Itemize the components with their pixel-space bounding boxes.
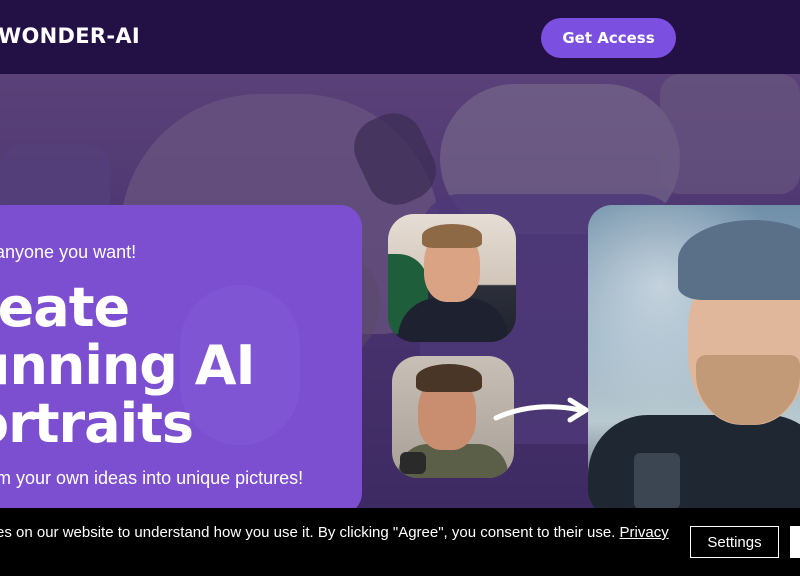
headline-line: ortraits — [0, 392, 194, 455]
cookie-agree-button[interactable] — [790, 526, 800, 558]
site-header: WONDER-AI Get Access — [0, 0, 800, 74]
get-access-button[interactable]: Get Access — [541, 18, 676, 58]
hero-headline: reate unning AI ortraits — [0, 276, 256, 455]
arrow-right-icon — [493, 397, 589, 423]
cookie-settings-button[interactable]: Settings — [690, 526, 779, 558]
hair — [416, 364, 482, 392]
microphone — [400, 452, 426, 474]
shirt — [398, 298, 508, 342]
privacy-link[interactable]: Privacy — [620, 524, 669, 541]
hero-card: e anyone you want! reate unning AI ortra… — [0, 205, 362, 515]
hair — [422, 224, 482, 248]
cookie-text: es on our website to understand how you … — [0, 524, 616, 541]
headline-line: unning AI — [0, 334, 256, 397]
strap-buckle — [634, 453, 680, 509]
headline-line: reate — [0, 276, 130, 339]
cookie-banner: es on our website to understand how you … — [0, 508, 800, 576]
generated-ai-portrait — [588, 205, 800, 515]
source-photo-1 — [388, 214, 516, 342]
hero-subtext: orm your own ideas into unique pictures! — [0, 468, 304, 488]
hero-tagline: e anyone you want! — [0, 242, 137, 262]
jacket — [588, 415, 800, 515]
background-shape — [660, 74, 800, 194]
cookie-message: es on our website to understand how you … — [0, 524, 669, 541]
logo[interactable]: WONDER-AI — [0, 24, 140, 48]
